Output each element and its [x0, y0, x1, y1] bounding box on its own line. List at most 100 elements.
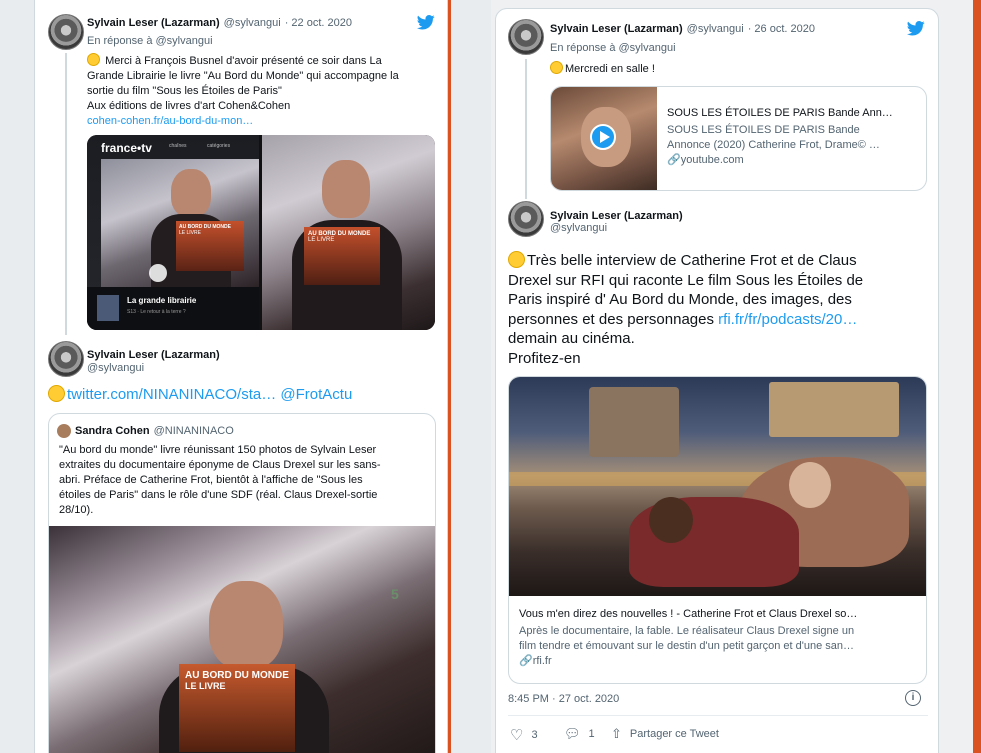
share-icon: ⇧ — [611, 726, 622, 741]
heart-icon: ♡ — [510, 727, 524, 744]
avatar[interactable] — [57, 424, 71, 438]
card-thumbnail — [551, 87, 657, 190]
book-cover: AU BORD DU MONDE LE LIVRE — [304, 227, 380, 285]
card-title: SOUS LES ÉTOILES DE PARIS Bande Ann… — [667, 107, 893, 119]
woman-face — [789, 462, 831, 508]
tweet-text-line: demain au cinéma. — [508, 330, 635, 347]
tweet-timestamp[interactable]: 8:45 PM · 27 oct. 2020 — [508, 692, 619, 707]
link-card-youtube[interactable]: SOUS LES ÉTOILES DE PARIS Bande Ann… SOU… — [550, 86, 927, 191]
card-domain: 🔗rfi.fr — [519, 655, 552, 667]
card-description: SOUS LES ÉTOILES DE PARIS Bande — [667, 124, 860, 136]
tweet-header: Sylvain Leser (Lazarman) @sylvangui · 26… — [550, 23, 815, 35]
book-cover: AU BORD DU MONDE LE LIVRE — [176, 221, 244, 271]
reply-count: 1 — [588, 728, 595, 740]
child-face — [649, 497, 693, 543]
author-name[interactable]: Sylvain Leser (Lazarman) — [87, 17, 220, 29]
smile-emoji-icon — [508, 251, 525, 268]
tweet-text-line: Paris inspiré d' Au Bord du Monde, des i… — [508, 291, 852, 308]
tweet-text-line: Grande Librairie le livre "Au Bord du Mo… — [87, 70, 399, 82]
reply-context[interactable]: En réponse à @sylvangui — [550, 41, 676, 56]
tweet-media[interactable]: france•tv chaînes catégories AU BORD DU … — [87, 135, 435, 330]
tweet-text: twitter.com/NINANINACO/sta… @FrotActu — [48, 385, 352, 405]
nav-tab: catégories — [207, 143, 231, 149]
card-image — [509, 377, 926, 596]
france-tv-logo: france•tv — [101, 141, 152, 155]
avatar[interactable] — [48, 341, 84, 377]
link-card-rfi[interactable]: Vous m'en direz des nouvelles ! - Cather… — [508, 376, 927, 684]
quoted-text-line: extraites du documentaire éponyme de Cla… — [59, 459, 381, 471]
video-frame: AU BORD DU MONDE LE LIVRE — [101, 159, 259, 287]
tweet-text: Mercredi en salle ! — [550, 61, 655, 77]
reply-button[interactable]: 💬︎ 1 — [564, 726, 595, 742]
card-description: film tendre et émouvant sur le destin d'… — [519, 640, 855, 652]
thread-line — [525, 59, 527, 199]
mention-link[interactable]: @FrotActu — [280, 386, 352, 403]
quoted-tweet-header: Sandra Cohen @NINANINACO — [57, 424, 234, 438]
tweet-date[interactable]: · 22 oct. 2020 — [285, 17, 352, 29]
show-info: La grande librairie S13 · Le retour à la… — [87, 287, 259, 330]
share-button[interactable]: ⇧ Partager ce Tweet — [611, 726, 719, 742]
media-photo-1[interactable]: france•tv chaînes catégories AU BORD DU … — [87, 135, 259, 330]
left-tweet-embed: Sylvain Leser (Lazarman) @sylvangui · 22… — [34, 0, 448, 753]
smile-emoji-icon — [550, 61, 563, 74]
quoted-author-handle[interactable]: @NINANINACO — [154, 425, 234, 437]
notre-dame-building — [589, 387, 679, 457]
quoted-text-line: 28/10). — [59, 504, 94, 516]
building — [769, 382, 899, 437]
tweet-text-line: Drexel sur RFI qui raconte Le film Sous … — [508, 271, 864, 289]
twitter-bird-icon[interactable] — [417, 15, 435, 30]
tweet-text-line: Profitez-en — [508, 349, 581, 367]
avatar[interactable] — [508, 201, 544, 237]
person-head — [171, 169, 211, 217]
author-name[interactable]: Sylvain Leser (Lazarman) — [550, 23, 683, 35]
tweet-date[interactable]: · 26 oct. 2020 — [748, 23, 815, 35]
left-background — [0, 0, 34, 753]
nav-tab: chaînes — [169, 143, 187, 149]
card-title: Vous m'en direz des nouvelles ! - Cather… — [519, 608, 858, 620]
info-icon[interactable]: i — [905, 690, 921, 706]
author-handle[interactable]: @sylvangui — [87, 362, 144, 374]
quoted-tweet[interactable]: Sandra Cohen @NINANINACO "Au bord du mon… — [48, 413, 436, 753]
avatar[interactable] — [48, 14, 84, 50]
right-tweet-embed: Sylvain Leser (Lazarman) @sylvangui · 26… — [495, 8, 939, 753]
like-count: 3 — [531, 729, 538, 741]
share-label: Partager ce Tweet — [629, 728, 719, 740]
tweet-text-line: sortie du film "Sous les Étoiles de Pari… — [87, 85, 282, 97]
card-description: Après le documentaire, la fable. Le réal… — [519, 625, 855, 637]
tweet-text-line: Très belle interview de Catherine Frot e… — [508, 251, 933, 271]
thread-line — [65, 53, 67, 335]
middle-background — [451, 0, 491, 753]
like-button[interactable]: ♡ 3 — [510, 726, 538, 744]
quoted-tweet-text: "Au bord du monde" livre réunissant 150 … — [59, 443, 429, 518]
tweet-link[interactable]: cohen-cohen.fr/au-bord-du-mon… — [87, 114, 437, 129]
tweet-link[interactable]: twitter.com/NINANINACO/sta… — [67, 386, 276, 403]
reply-context[interactable]: En réponse à @sylvangui — [87, 34, 213, 49]
quoted-author-name[interactable]: Sandra Cohen — [75, 425, 150, 437]
play-icon[interactable] — [149, 264, 167, 282]
tweet-text-line: Aux éditions de livres d'art Cohen&Cohen — [87, 100, 291, 112]
show-title: La grande librairie — [127, 296, 197, 305]
card-body: SOUS LES ÉTOILES DE PARIS Bande Ann… SOU… — [667, 106, 917, 168]
show-thumbnail — [97, 295, 119, 321]
author-handle[interactable]: @sylvangui — [550, 222, 607, 234]
twitter-bird-icon[interactable] — [907, 21, 925, 36]
person-head — [322, 160, 370, 218]
author-handle[interactable]: @sylvangui — [687, 23, 744, 35]
quoted-text-line: abri. Préface de Catherine Frot, bientôt… — [59, 474, 363, 486]
tweet-link[interactable]: rfi.fr/fr/podcasts/20… — [718, 311, 857, 328]
quoted-media-photo[interactable]: 5 AU BORD DU MONDE LE LIVRE — [49, 526, 435, 753]
channel-logo: 5 — [391, 586, 399, 602]
card-domain: 🔗youtube.com — [667, 154, 744, 166]
media-photo-2[interactable]: AU BORD DU MONDE LE LIVRE — [262, 135, 435, 330]
author-handle[interactable]: @sylvangui — [224, 17, 281, 29]
play-button-icon[interactable] — [590, 124, 616, 150]
tweet-text: Merci à François Busnel d'avoir présenté… — [87, 53, 437, 129]
smile-emoji-icon — [87, 53, 100, 66]
smile-emoji-icon — [48, 385, 65, 402]
link-icon: 🔗 — [519, 655, 533, 667]
card-description: Annonce (2020) Catherine Frot, Drame© … — [667, 139, 880, 151]
avatar[interactable] — [508, 19, 544, 55]
book-cover: AU BORD DU MONDE LE LIVRE — [179, 664, 295, 752]
card-body: Vous m'en direz des nouvelles ! - Cather… — [519, 607, 919, 669]
author-name[interactable]: Sylvain Leser (Lazarman) — [87, 345, 220, 363]
